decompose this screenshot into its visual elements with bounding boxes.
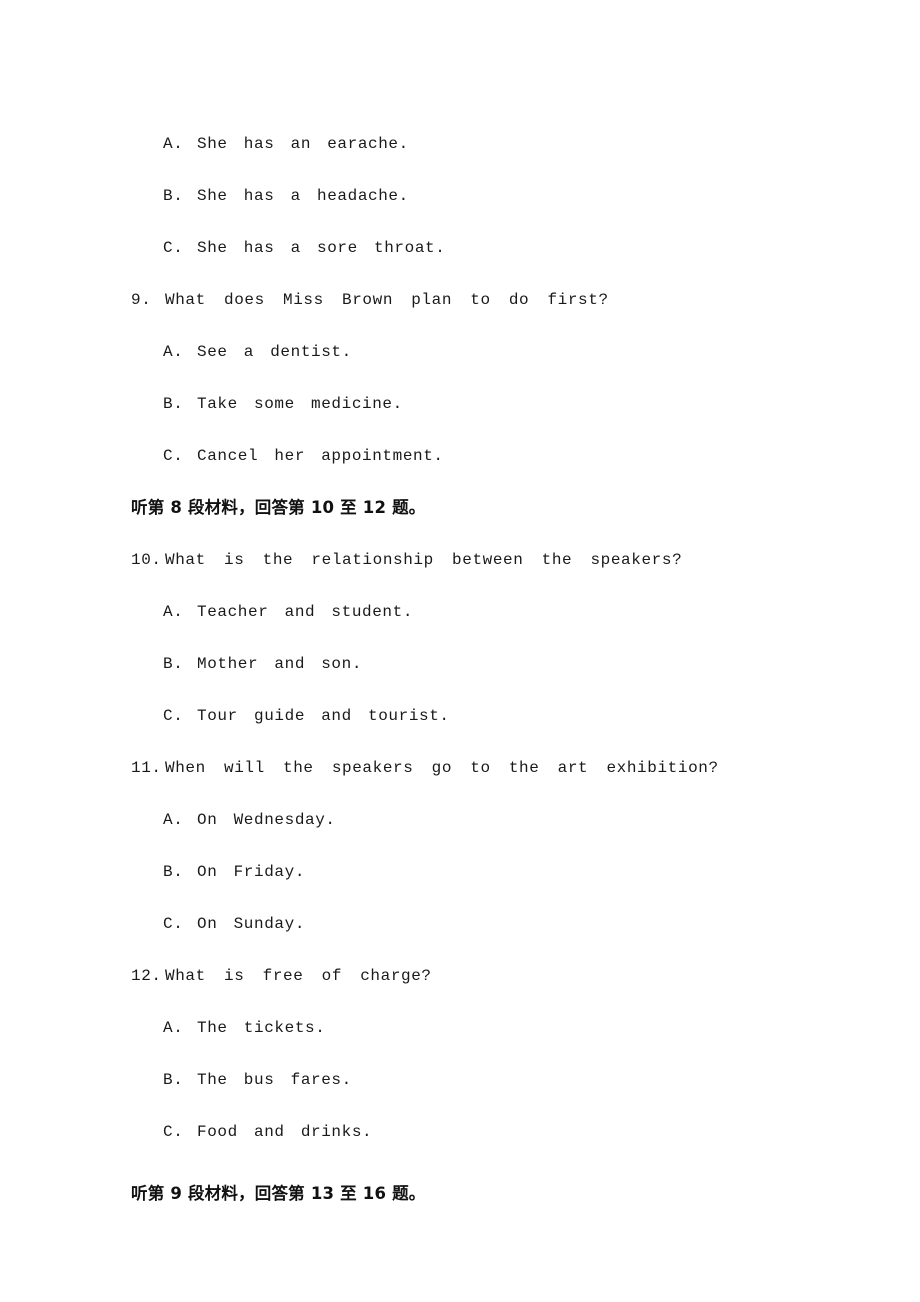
option-row: B. On Friday. <box>131 846 831 898</box>
option-marker: A. <box>163 1019 184 1037</box>
option-row: A. On Wednesday. <box>131 794 831 846</box>
option-row: C. She has a sore throat. <box>131 222 831 274</box>
option-text: She has a sore throat. <box>197 239 446 257</box>
option-marker: C. <box>163 447 184 465</box>
question-row: 9. What does Miss Brown plan to do first? <box>131 274 831 326</box>
option-row: B. Mother and son. <box>131 638 831 690</box>
option-text: On Wednesday. <box>197 811 336 829</box>
question-number: 11. <box>131 759 162 777</box>
option-marker: A. <box>163 135 184 153</box>
question-row: 10. What is the relationship between the … <box>131 534 831 586</box>
option-text: See a dentist. <box>197 343 352 361</box>
option-marker: B. <box>163 187 184 205</box>
exam-page: A. She has an earache. B. She has a headac… <box>0 0 920 1302</box>
section-heading-material-9: 听第 9 段材料，回答第 13 至 16 题。 <box>131 1184 426 1203</box>
option-marker: A. <box>163 343 184 361</box>
option-text: Mother and son. <box>197 655 363 673</box>
option-text: She has an earache. <box>197 135 409 153</box>
option-text: Take some medicine. <box>197 395 403 413</box>
option-row: B. The bus fares. <box>131 1054 831 1106</box>
question-row: 11. When will the speakers go to the art … <box>131 742 831 794</box>
option-text: The tickets. <box>197 1019 326 1037</box>
section-heading-material-8: 听第 8 段材料，回答第 10 至 12 题。 <box>131 498 426 517</box>
option-row: C. On Sunday. <box>131 898 831 950</box>
option-marker: C. <box>163 915 184 933</box>
option-marker: B. <box>163 395 184 413</box>
question-stem: When will the speakers go to the art exh… <box>165 759 719 777</box>
question-stem: What does Miss Brown plan to do first? <box>165 291 609 309</box>
question-number: 12. <box>131 967 162 985</box>
option-row: C. Tour guide and tourist. <box>131 690 831 742</box>
option-marker: B. <box>163 1071 184 1089</box>
question-stem: What is free of charge? <box>165 967 432 985</box>
option-marker: C. <box>163 239 184 257</box>
option-row: C. Cancel her appointment. <box>131 430 831 482</box>
option-text: On Sunday. <box>197 915 306 933</box>
option-row: A. She has an earache. <box>131 118 831 170</box>
option-marker: C. <box>163 707 184 725</box>
option-text: Teacher and student. <box>197 603 414 621</box>
option-row: B. She has a headache. <box>131 170 831 222</box>
option-text: She has a headache. <box>197 187 409 205</box>
option-row: A. The tickets. <box>131 1002 831 1054</box>
option-text: Cancel her appointment. <box>197 447 444 465</box>
question-row: 12. What is free of charge? <box>131 950 831 1002</box>
question-number: 10. <box>131 551 162 569</box>
option-text: Food and drinks. <box>197 1123 373 1141</box>
option-row: A. See a dentist. <box>131 326 831 378</box>
option-marker: B. <box>163 655 184 673</box>
option-marker: A. <box>163 603 184 621</box>
question-column: A. She has an earache. B. She has a headac… <box>131 118 831 1220</box>
option-text: On Friday. <box>197 863 306 881</box>
question-number: 9. <box>131 291 152 309</box>
option-marker: B. <box>163 863 184 881</box>
option-marker: A. <box>163 811 184 829</box>
option-text: Tour guide and tourist. <box>197 707 450 725</box>
option-row: C. Food and drinks. <box>131 1106 831 1158</box>
option-row: B. Take some medicine. <box>131 378 831 430</box>
option-text: The bus fares. <box>197 1071 352 1089</box>
option-row: A. Teacher and student. <box>131 586 831 638</box>
option-marker: C. <box>163 1123 184 1141</box>
question-stem: What is the relationship between the spe… <box>165 551 683 569</box>
